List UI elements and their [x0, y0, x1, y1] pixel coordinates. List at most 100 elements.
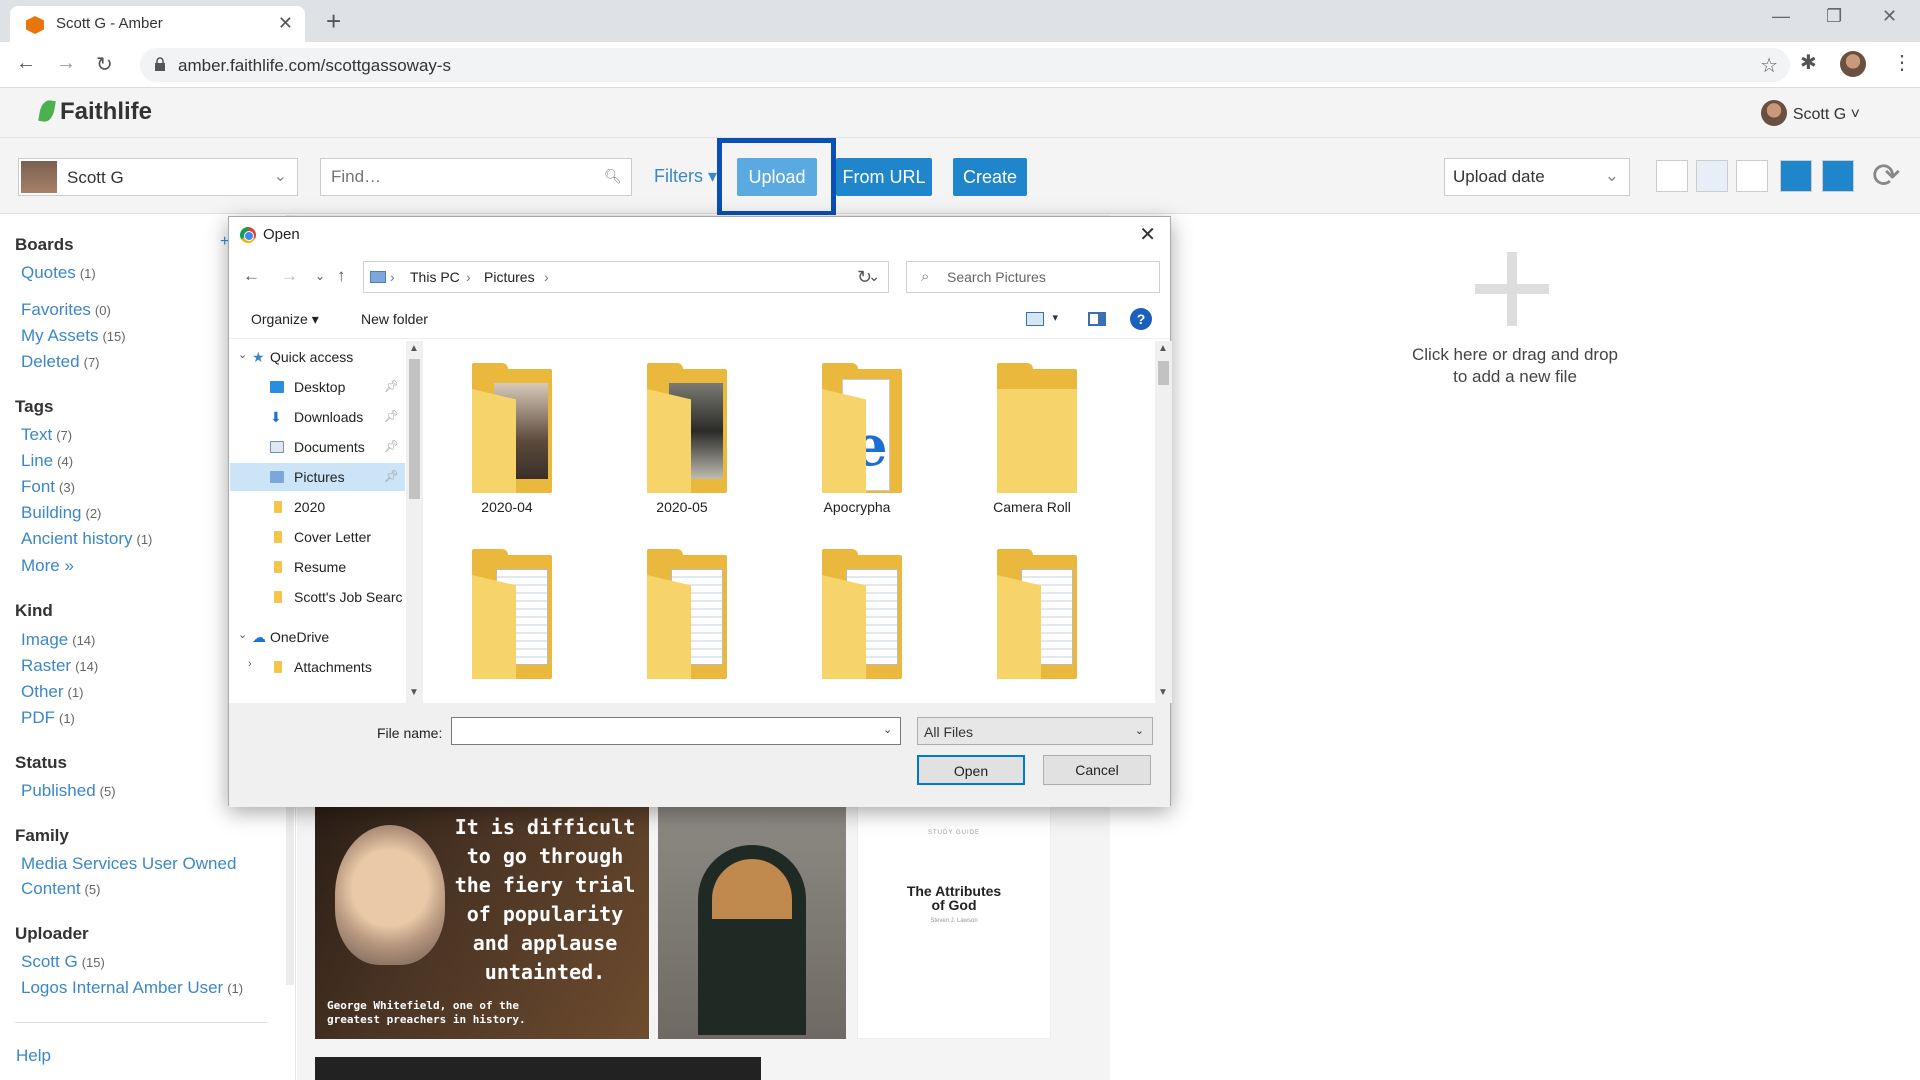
uploader-logos-internal[interactable]: Logos Internal Amber User (1) — [21, 978, 243, 998]
file-grid-scrollbar[interactable]: ▲ ▼ — [1155, 341, 1172, 703]
new-tab-icon[interactable]: + — [326, 6, 341, 37]
tree-cover-letter[interactable]: Cover Letter — [230, 523, 405, 551]
grid-view-icon[interactable] — [1696, 160, 1728, 192]
tree-pictures[interactable]: Pictures 📌︎ — [230, 463, 405, 491]
organize-menu[interactable]: Organize ▾ — [251, 311, 319, 328]
folder-item[interactable] — [787, 537, 927, 703]
tree-quick-access[interactable]: ⌄ ★ Quick access — [230, 343, 405, 371]
cancel-button[interactable]: Cancel — [1043, 755, 1151, 785]
tree-attachments[interactable]: › Attachments — [230, 653, 405, 681]
tree-documents[interactable]: Documents 📌︎ — [230, 433, 405, 461]
bookmark-star-icon[interactable]: ☆ — [1760, 53, 1778, 78]
close-tab-icon[interactable]: ✕ — [278, 13, 293, 34]
file-name-input[interactable] — [451, 717, 901, 745]
add-file-icon[interactable] — [1475, 252, 1549, 326]
sort-select[interactable]: Upload date ⌄ — [1444, 158, 1630, 196]
folder-item[interactable] — [962, 537, 1102, 703]
from-url-button[interactable]: From URL — [836, 158, 932, 196]
search-pictures-input[interactable]: ⌕ Search Pictures — [906, 261, 1160, 293]
board-my-assets[interactable]: My Assets (15) — [21, 326, 126, 346]
forward-icon[interactable]: → — [56, 52, 76, 75]
chevron-down-icon[interactable]: ⌄ — [238, 628, 247, 641]
tree-resume[interactable]: Resume — [230, 553, 405, 581]
recent-locations-icon[interactable]: ⌄ — [315, 269, 325, 283]
uploader-scott-g[interactable]: Scott G (15) — [21, 952, 105, 972]
folder-item[interactable] — [437, 537, 577, 703]
tag-text[interactable]: Text (7) — [21, 425, 72, 445]
refresh-icon[interactable]: ⟳ — [1872, 156, 1901, 196]
dialog-close-icon[interactable]: ✕ — [1139, 222, 1156, 247]
list-view-icon[interactable] — [1736, 160, 1768, 192]
search-icon[interactable]: 🔍︎ — [604, 168, 622, 185]
split-pane-icon[interactable] — [1822, 160, 1854, 192]
asset-thumbnail-whitefield-quote[interactable]: It is difficult to go through the fiery … — [315, 805, 649, 1039]
user-select[interactable]: Scott G ⌄ — [18, 158, 298, 196]
kind-raster[interactable]: Raster (14) — [21, 656, 98, 676]
scroll-down-icon[interactable]: ▼ — [409, 687, 419, 698]
breadcrumb-pictures[interactable]: Pictures — [484, 269, 535, 285]
open-button[interactable]: Open — [917, 755, 1025, 785]
chevron-right-icon[interactable]: › — [248, 658, 252, 670]
extensions-icon[interactable]: ✱ — [1800, 50, 1817, 75]
folder-item[interactable] — [612, 537, 752, 703]
scroll-up-icon[interactable]: ▲ — [1158, 343, 1168, 354]
preview-pane-icon[interactable] — [1088, 312, 1106, 326]
tree-2020[interactable]: 2020 — [230, 493, 405, 521]
status-published[interactable]: Published (5) — [21, 781, 116, 801]
drop-hint[interactable]: Click here or drag and drop to add a new … — [1390, 344, 1640, 388]
asset-thumbnail-church-door[interactable] — [658, 805, 846, 1039]
new-folder-button[interactable]: New folder — [361, 311, 428, 327]
find-input[interactable] — [320, 158, 632, 196]
family-media-services[interactable]: Media Services User Owned — [21, 854, 236, 874]
tag-font[interactable]: Font (3) — [21, 477, 75, 497]
change-view-icon[interactable] — [1026, 312, 1044, 326]
more-tags-link[interactable]: More » — [21, 556, 74, 576]
chevron-down-icon[interactable]: ▾ — [1052, 311, 1058, 324]
up-folder-icon[interactable]: ↑ — [337, 266, 346, 286]
profile-avatar[interactable] — [1840, 51, 1866, 77]
folder-item[interactable]: 2020-04 — [437, 351, 577, 521]
breadcrumb[interactable]: › This PC › Pictures › ⌄ — [363, 261, 889, 293]
folder-item[interactable]: Camera Roll — [962, 351, 1102, 521]
tree-desktop[interactable]: Desktop 📌︎ — [230, 373, 405, 401]
kind-other[interactable]: Other (1) — [21, 682, 83, 702]
kind-pdf[interactable]: PDF (1) — [21, 708, 75, 728]
board-quotes[interactable]: Quotes (1) — [21, 263, 96, 283]
file-type-select[interactable]: All Files ⌄ — [917, 717, 1153, 745]
create-button[interactable]: Create — [953, 158, 1027, 196]
small-grid-view-icon[interactable] — [1656, 160, 1688, 192]
chevron-down-icon[interactable]: ⌄ — [238, 348, 247, 361]
restore-icon[interactable]: ❐ — [1826, 6, 1842, 27]
tag-building[interactable]: Building (2) — [21, 503, 101, 523]
tree-downloads[interactable]: ⬇ Downloads 📌︎ — [230, 403, 405, 431]
browser-tab[interactable]: Scott G - Amber ✕ — [10, 6, 305, 42]
board-deleted[interactable]: Deleted (7) — [21, 352, 100, 372]
tree-onedrive[interactable]: ⌄ ☁ OneDrive — [230, 623, 405, 651]
asset-thumbnail-study-guide[interactable]: STUDY GUIDE The Attributes of God Steven … — [857, 805, 1051, 1039]
minimize-icon[interactable]: — — [1772, 6, 1790, 27]
scroll-up-icon[interactable]: ▲ — [409, 343, 419, 354]
address-bar[interactable]: amber.faithlife.com/scottgassoway-s ☆ — [140, 48, 1790, 82]
kind-image[interactable]: Image (14) — [21, 630, 95, 650]
filters-button[interactable]: Filters ▾ — [654, 166, 717, 187]
folder-item[interactable]: 2020-05 — [612, 351, 752, 521]
help-icon[interactable]: ? — [1130, 308, 1152, 330]
tag-line[interactable]: Line (4) — [21, 451, 73, 471]
account-menu[interactable]: Scott G ˅ — [1760, 100, 1860, 126]
asset-thumbnail-partial[interactable] — [315, 1057, 761, 1080]
board-favorites[interactable]: Favorites (0) — [21, 300, 111, 320]
folder-item[interactable]: e Apocrypha — [787, 351, 927, 521]
menu-icon[interactable]: ⋮ — [1892, 50, 1912, 75]
faithlife-logo[interactable]: Faithlife — [38, 98, 152, 126]
reload-icon[interactable]: ↻ — [96, 52, 113, 77]
back-icon[interactable]: ← — [16, 52, 36, 75]
tag-ancient-history[interactable]: Ancient history (1) — [21, 529, 152, 549]
back-icon[interactable]: ← — [243, 266, 260, 286]
tree-job-search[interactable]: Scott's Job Searc — [230, 583, 405, 611]
help-link[interactable]: Help — [16, 1046, 51, 1066]
scrollbar-thumb[interactable] — [409, 359, 420, 499]
single-pane-icon[interactable] — [1780, 160, 1812, 192]
refresh-icon[interactable]: ↻ — [857, 267, 872, 288]
scroll-down-icon[interactable]: ▼ — [1158, 687, 1168, 698]
window-close-icon[interactable]: ✕ — [1882, 6, 1897, 27]
